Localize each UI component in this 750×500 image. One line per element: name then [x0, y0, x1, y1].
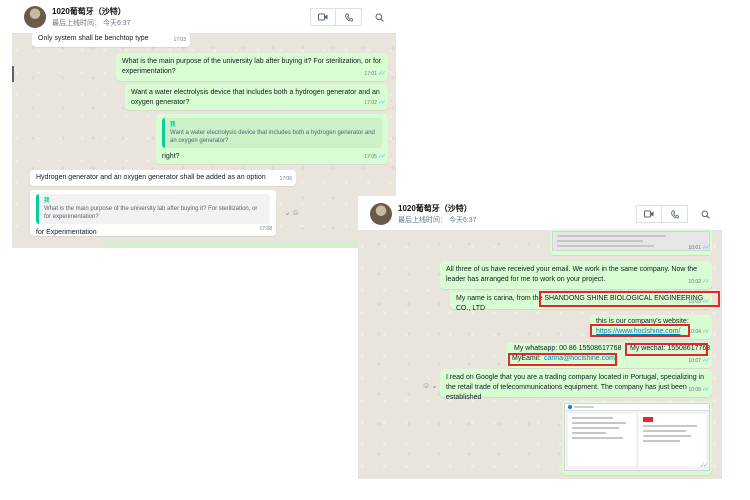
message-bubble-outgoing[interactable]: Want a water electrolysis device that in… [125, 84, 388, 110]
highlight-website [590, 324, 690, 337]
document-screenshot-image[interactable] [552, 231, 710, 251]
search-button[interactable] [370, 8, 388, 26]
message-bubble-incoming[interactable]: 我 What is the main purpose of the univer… [30, 190, 276, 236]
message-time: 17:02 [364, 100, 377, 106]
message-time: 10:08 [688, 387, 701, 393]
message-text: Want a water electrolysis device that in… [131, 89, 380, 106]
contact-name[interactable]: 1020葡萄牙（沙特） [398, 203, 472, 214]
double-check-icon: ✓✓ [377, 71, 386, 77]
avatar[interactable] [370, 203, 392, 225]
quoted-message[interactable]: 我 Want a water electrolysis device that … [162, 118, 382, 148]
quoted-message[interactable]: 我 What is the main purpose of the univer… [36, 194, 270, 224]
chat-header: 1020葡萄牙（沙特） 最后上线时间： 今天6:37 [12, 0, 396, 34]
message-time: 10:07 [688, 358, 701, 364]
message-time: 17:01 [364, 71, 377, 77]
message-time: 17:05 [364, 154, 377, 160]
voice-call-button[interactable] [336, 8, 362, 26]
last-seen-status: 最后上线时间： 今天6:37 [398, 217, 477, 224]
quote-author: 我 [44, 198, 50, 204]
image-message-bubble[interactable]: 10:01 ✓✓ [550, 229, 712, 255]
video-call-button[interactable] [636, 205, 662, 223]
message-text: What is the main purpose of the universi… [122, 58, 382, 75]
message-actions[interactable]: ☺ ⌄ [422, 381, 438, 390]
double-check-icon: ✓✓ [701, 329, 710, 335]
message-time: 10:01 [688, 245, 701, 251]
message-actions[interactable]: ⌄ ☺ [284, 208, 300, 217]
message-text: My name is carina, from the [456, 295, 543, 302]
double-check-icon: ✓✓ [377, 100, 386, 106]
double-check-icon: ✓✓ [701, 358, 710, 364]
emoji-icon[interactable]: ☺ [422, 381, 430, 390]
chat-header: 1020葡萄牙（沙特） 最后上线时间： 今天6:37 [358, 196, 722, 231]
double-check-icon: ✓✓ [701, 387, 710, 393]
message-bubble-outgoing[interactable]: All three of us have received your email… [440, 261, 712, 289]
phone-icon [670, 209, 679, 218]
chat-window-1: 1020葡萄牙（沙特） 最后上线时间： 今天6:37 Only system s… [12, 0, 396, 248]
highlight-wechat [625, 343, 708, 356]
message-text: Only system shall be benchtop type [38, 35, 149, 42]
last-seen-status: 最后上线时间： 今天6:37 [52, 20, 131, 27]
phone-icon [344, 12, 353, 21]
search-icon [701, 210, 710, 219]
message-bubble-outgoing[interactable]: What is the main purpose of the universi… [116, 53, 388, 81]
message-time: 17:08 [259, 226, 272, 232]
message-time: 17:06 [279, 176, 292, 182]
message-text: I read on Google that you are a trading … [446, 374, 704, 401]
message-text: All three of us have received your email… [446, 266, 698, 283]
video-call-button[interactable] [310, 8, 336, 26]
window-edge [12, 66, 14, 82]
double-check-icon: ✓✓ [699, 463, 708, 469]
highlight-company-name [539, 291, 720, 307]
video-call-icon [318, 13, 328, 21]
message-time: 17:03 [173, 37, 186, 43]
avatar[interactable] [24, 6, 46, 28]
message-bubble-incoming[interactable]: Hydrogen generator and an oxygen generat… [30, 170, 296, 186]
message-time: 10:02 [688, 279, 701, 285]
search-button[interactable] [696, 205, 714, 223]
chevron-down-icon[interactable]: ⌄ [284, 208, 291, 217]
emoji-icon[interactable]: ☺ [292, 208, 300, 217]
chevron-down-icon[interactable]: ⌄ [431, 381, 438, 390]
quote-text: Want a water electrolysis device that in… [170, 130, 375, 144]
message-time: 10:08 [686, 463, 699, 469]
contact-name[interactable]: 1020葡萄牙（沙特） [52, 6, 126, 17]
message-bubble-outgoing[interactable]: 我 Want a water electrolysis device that … [156, 114, 388, 164]
message-time: 10:04 [688, 329, 701, 335]
chat-window-2: 1020葡萄牙（沙特） 最后上线时间： 今天6:37 10:01 ✓✓ All t… [358, 196, 722, 479]
search-icon [375, 13, 384, 22]
image-message-bubble[interactable]: 10:08 ✓✓ [562, 401, 712, 475]
message-bubble-outgoing-partial [104, 241, 388, 248]
message-text: for Experimentation [36, 229, 97, 236]
message-bubble-incoming[interactable]: Only system shall be benchtop type 17:03 [32, 32, 190, 47]
highlight-email [508, 353, 617, 366]
quote-text: What is the main purpose of the universi… [44, 206, 258, 220]
message-text: Hydrogen generator and an oxygen generat… [36, 174, 266, 181]
double-check-icon: ✓✓ [701, 245, 710, 251]
quote-author: 我 [170, 122, 176, 128]
double-check-icon: ✓✓ [701, 279, 710, 285]
message-text: right? [162, 153, 180, 160]
video-call-icon [644, 210, 654, 218]
message-bubble-outgoing[interactable]: I read on Google that you are a trading … [440, 369, 712, 401]
voice-call-button[interactable] [662, 205, 688, 223]
double-check-icon: ✓✓ [377, 154, 386, 160]
